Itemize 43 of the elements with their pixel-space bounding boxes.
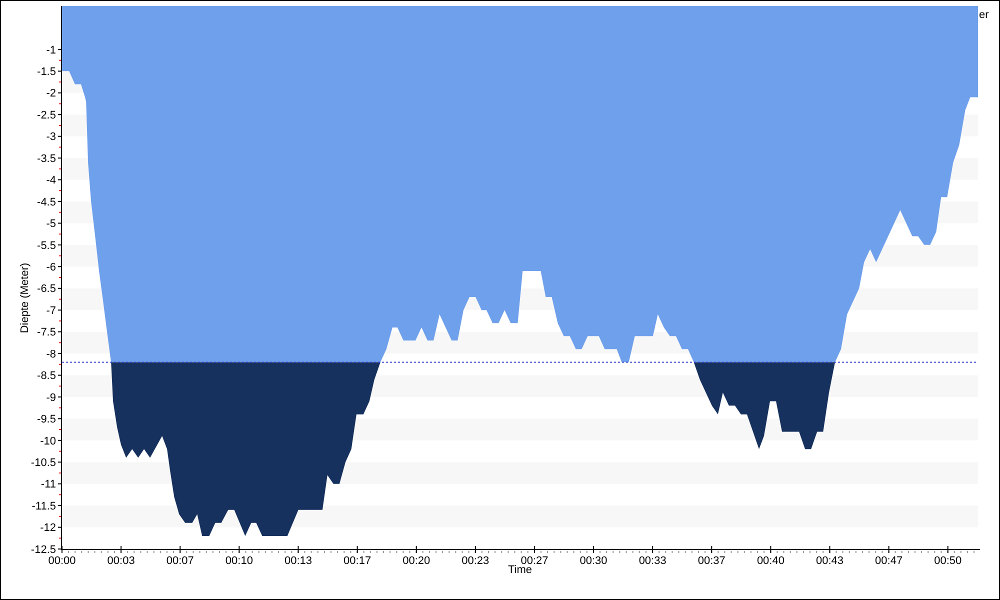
x-tick-label: 00:43 [816, 555, 844, 567]
y-tick-label: -6.5 [37, 283, 56, 296]
x-tick-label: 00:37 [698, 555, 726, 567]
x-tick-label: 00:23 [462, 555, 490, 567]
y-tick-label: -1 [46, 44, 56, 56]
y-tick-label: -2.5 [37, 109, 56, 122]
y-tick-label: -3.5 [37, 152, 56, 165]
y-tick-label: -7 [46, 304, 56, 317]
legend-label: er [979, 9, 989, 21]
y-axis-title: Diepte (Meter) [19, 262, 31, 334]
x-tick-label: 00:33 [638, 555, 666, 567]
y-tick-label: -10.5 [30, 456, 56, 469]
y-tick-label: -5.5 [37, 240, 56, 252]
y-tick-label: -12.5 [30, 544, 56, 556]
y-tick-label: -2 [46, 88, 56, 100]
x-tick-label: 00:00 [48, 555, 76, 567]
x-tick-label: 00:03 [107, 555, 135, 567]
x-tick-label: 00:10 [225, 555, 253, 567]
y-tick-label: -12 [40, 522, 56, 534]
y-tick-label: -3 [46, 131, 56, 144]
y-tick-label: -4 [46, 174, 56, 187]
y-tick-label: -6 [46, 262, 56, 274]
x-tick-label: 00:17 [344, 555, 372, 567]
y-tick-label: -1.5 [37, 66, 56, 78]
y-tick-label: -7.5 [37, 326, 56, 339]
x-tick-label: 00:20 [402, 555, 430, 567]
x-tick-label: 00:47 [875, 555, 903, 567]
y-tick-label: -11.5 [32, 500, 56, 512]
y-tick-label: -11 [40, 478, 56, 491]
x-axis-title: Time [508, 564, 532, 576]
y-tick-label: -9 [46, 392, 56, 404]
x-tick-label: 00:30 [580, 555, 608, 567]
x-tick-label: 00:40 [756, 555, 784, 567]
y-tick-label: -5 [46, 218, 56, 230]
x-tick-label: 00:27 [520, 555, 548, 567]
y-tick-label: -8 [46, 348, 56, 360]
x-tick-label: 00:13 [284, 555, 312, 567]
y-tick-label: -8.5 [37, 370, 56, 382]
y-tick-label: -10 [40, 435, 56, 448]
x-tick-label: 00:07 [166, 555, 194, 567]
y-tick-label: -4.5 [37, 196, 56, 208]
y-tick-label: -9.5 [37, 414, 56, 426]
x-tick-label: 00:50 [934, 555, 962, 567]
